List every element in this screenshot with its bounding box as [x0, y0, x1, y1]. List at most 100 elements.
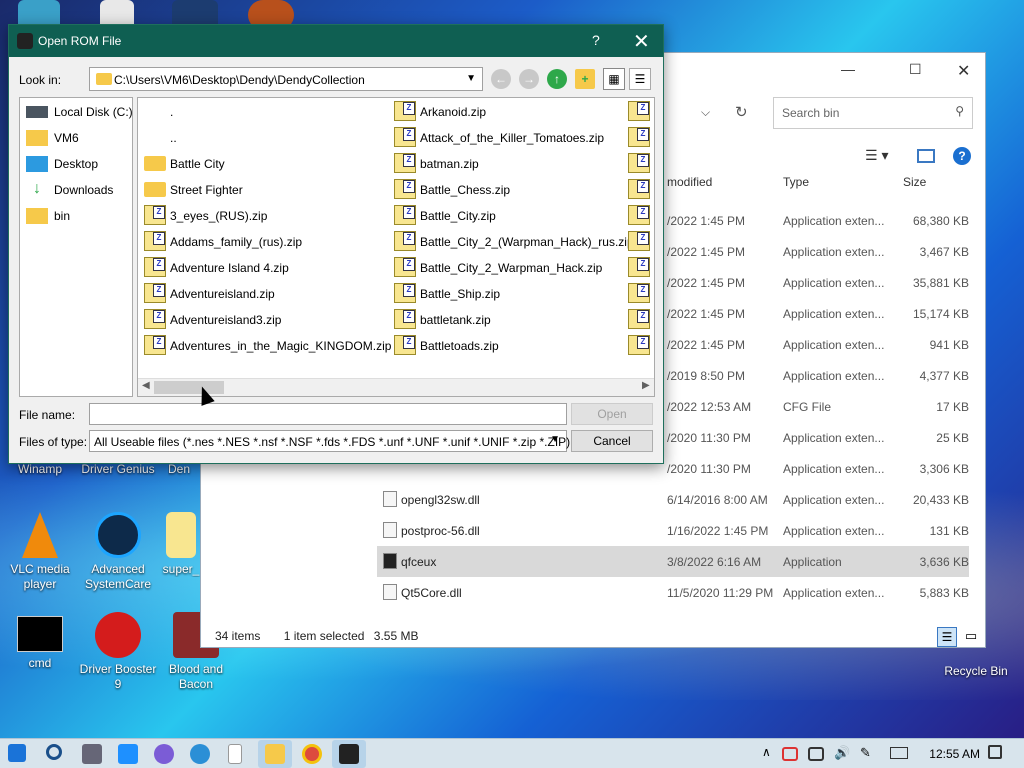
- file-size-cell: 25 KB: [936, 431, 969, 445]
- task-view-icon[interactable]: [82, 744, 102, 764]
- preview-pane-icon[interactable]: [917, 149, 935, 163]
- new-folder-button[interactable]: +: [575, 69, 595, 89]
- pen-icon[interactable]: ✎: [860, 745, 871, 761]
- volume-icon[interactable]: 🔊: [834, 745, 850, 761]
- zip-file-icon: [394, 153, 416, 173]
- file-size-cell: 4,377 KB: [919, 369, 969, 383]
- display-icon[interactable]: [808, 747, 824, 761]
- open-rom-file-dialog[interactable]: Open ROM File ? ✕ Look in: C:\Users\VM6\…: [8, 24, 664, 464]
- desktop-icon-label: Advanced SystemCare: [84, 562, 152, 591]
- file-type-cell: Application exten...: [783, 307, 885, 321]
- dialog-titlebar[interactable]: Open ROM File ? ✕: [9, 25, 663, 57]
- desktop-icon-label: super_: [162, 562, 200, 576]
- zip-file-icon: [394, 179, 416, 199]
- network-warning-icon[interactable]: [782, 747, 798, 761]
- desktop-icon-advanced-systemcare[interactable]: Advanced SystemCare: [78, 512, 158, 592]
- files-of-type-combo[interactable]: All Useable files (*.nes *.NES *.nsf *.N…: [89, 430, 571, 452]
- downloads-icon: ↓: [33, 180, 41, 197]
- search-icon[interactable]: [46, 744, 62, 760]
- horizontal-scrollbar[interactable]: ◀ ▶: [138, 378, 654, 396]
- file-size-cell: 15,174 KB: [912, 307, 969, 321]
- list-item-label: batman.zip: [420, 157, 479, 171]
- file-list: ... Battle City Street Fighter 3_eyes_(RUS)…: [137, 97, 655, 397]
- desktop-icon-driver-genius[interactable]: Driver Genius: [78, 462, 158, 477]
- large-icons-view-icon[interactable]: ▭: [961, 627, 981, 647]
- file-size-cell: 3,636 KB: [919, 555, 969, 569]
- desktop-icon-den[interactable]: Den: [168, 462, 202, 477]
- zip-file-icon: [394, 283, 416, 303]
- details-view-icon[interactable]: ☰: [937, 627, 957, 647]
- notification-icon[interactable]: [988, 745, 1002, 759]
- zip-file-icon[interactable]: [628, 127, 650, 147]
- chevron-down-icon: ▼: [466, 73, 476, 84]
- desktop-icon-cmd[interactable]: cmd: [0, 616, 80, 671]
- list-item-label: Battle City: [170, 157, 225, 171]
- scrollbar-thumb[interactable]: [154, 381, 224, 394]
- forward-button[interactable]: →: [519, 69, 539, 89]
- widgets-icon[interactable]: [118, 744, 138, 764]
- detail-view-button[interactable]: ☰: [629, 68, 651, 90]
- chevron-down-icon[interactable]: ⌵: [701, 105, 710, 120]
- start-icon[interactable]: [8, 744, 26, 762]
- maximize-icon[interactable]: ☐: [909, 61, 922, 78]
- zip-file-icon[interactable]: [628, 205, 650, 225]
- back-button[interactable]: ←: [491, 69, 511, 89]
- chevron-up-icon[interactable]: ∧: [762, 745, 771, 759]
- table-row[interactable]: opengl32sw.dll 6/14/2016 8:00 AM Applicati…: [377, 484, 969, 515]
- zip-file-icon[interactable]: [628, 231, 650, 251]
- file-icon[interactable]: [228, 744, 242, 764]
- file-modified-cell: /2022 1:45 PM: [667, 276, 746, 290]
- list-item-label: Adventureisland3.zip: [170, 313, 282, 327]
- column-header-type[interactable]: Type: [783, 175, 809, 189]
- chat-icon[interactable]: [154, 744, 174, 764]
- zip-file-icon[interactable]: [628, 101, 650, 121]
- desktop-icon-recycle-bin[interactable]: Recycle Bin: [936, 664, 1016, 679]
- desktop-icon-winamp[interactable]: Winamp: [0, 462, 80, 477]
- view-options-icon[interactable]: ☰ ▾: [865, 147, 888, 164]
- refresh-icon[interactable]: ↻: [735, 103, 748, 121]
- desktop-icon-super[interactable]: super_: [160, 512, 202, 577]
- zip-file-icon[interactable]: [628, 153, 650, 173]
- zip-file-icon: [394, 309, 416, 329]
- close-icon[interactable]: ✕: [957, 61, 970, 81]
- look-in-combo[interactable]: C:\Users\VM6\Desktop\Dendy\DendyCollecti…: [89, 67, 483, 91]
- file-size-cell: 3,467 KB: [919, 245, 969, 259]
- file-name-input[interactable]: [89, 403, 567, 425]
- zip-file-icon[interactable]: [628, 335, 650, 355]
- minimize-icon[interactable]: —: [841, 61, 855, 77]
- zip-file-icon: [394, 205, 416, 225]
- file-type-cell: Application exten...: [783, 369, 885, 383]
- file-type-cell: Application exten...: [783, 586, 885, 600]
- open-button[interactable]: Open: [571, 403, 653, 425]
- files-of-type-value: All Useable files (*.nes *.NES *.nsf *.N…: [94, 435, 571, 449]
- zip-file-icon: [394, 101, 416, 121]
- desktop-icon-vlc[interactable]: VLC media player: [0, 512, 80, 592]
- help-icon[interactable]: ?: [953, 147, 971, 165]
- scroll-left-icon[interactable]: ◀: [142, 380, 150, 391]
- sidebar-item-label: VM6: [54, 131, 79, 145]
- close-button[interactable]: ✕: [633, 29, 650, 54]
- system-clock[interactable]: 12:55 AM: [929, 747, 980, 761]
- table-row[interactable]: postproc-56.dll 1/16/2022 1:45 PM Applicat…: [377, 515, 969, 546]
- desktop-icon-label: Recycle Bin: [944, 664, 1008, 678]
- zip-file-icon[interactable]: [628, 309, 650, 329]
- list-view-button[interactable]: ▦: [603, 68, 625, 90]
- column-header-modified[interactable]: modified: [667, 175, 712, 189]
- search-input[interactable]: Search bin ⚲: [773, 97, 973, 129]
- list-item-label: ..: [170, 131, 177, 145]
- file-name-cell: postproc-56.dll: [401, 524, 480, 538]
- keyboard-icon[interactable]: [890, 747, 908, 759]
- chrome-icon[interactable]: [302, 744, 322, 764]
- table-row[interactable]: Qt5Core.dll 11/5/2020 11:29 PM Application…: [377, 577, 969, 608]
- scroll-right-icon[interactable]: ▶: [642, 380, 650, 391]
- cancel-button[interactable]: Cancel: [571, 430, 653, 452]
- zip-file-icon[interactable]: [628, 283, 650, 303]
- zip-file-icon[interactable]: [628, 179, 650, 199]
- edge-icon[interactable]: [190, 744, 210, 764]
- table-row[interactable]: qfceux 3/8/2022 6:16 AM Application 3,636 K…: [377, 546, 969, 577]
- column-header-size[interactable]: Size: [903, 175, 926, 189]
- zip-file-icon[interactable]: [628, 257, 650, 277]
- desktop-icon-driver-booster[interactable]: Driver Booster 9: [78, 612, 158, 692]
- help-button[interactable]: ?: [592, 32, 600, 48]
- parent-directory-button[interactable]: ↑: [547, 69, 567, 89]
